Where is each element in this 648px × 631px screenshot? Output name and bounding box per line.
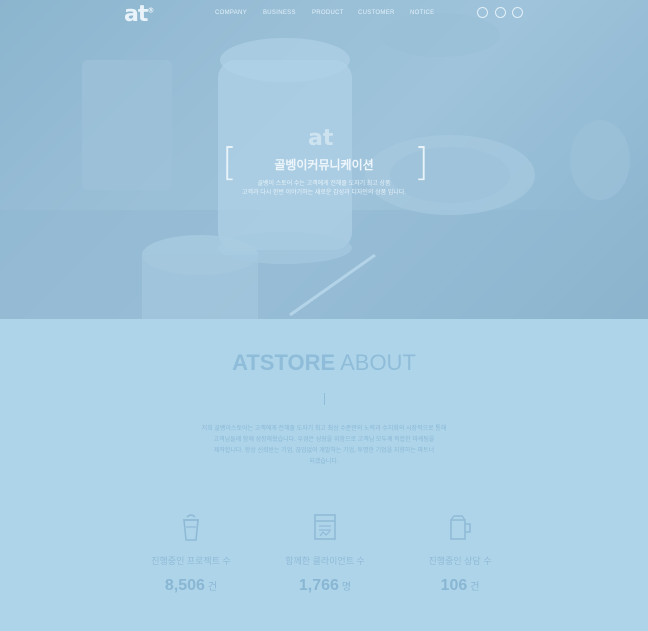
hero-title: 골벵이커뮤니케이션 <box>274 158 374 172</box>
about-line: 제작합니다. 항상 신뢰받는 기업, 끊임없이 개발하는 기업, 투명한 기업을… <box>213 448 435 454</box>
about-line: 되겠습니다. <box>309 459 339 465</box>
about-line: 저희 골벵이스토어는 고객에게 전해줄 도자기 최고 최상 수준만의 노력과 수… <box>201 426 447 432</box>
stat-consultations: 진행중인 상담 수 106 건 <box>380 512 540 595</box>
stat-label: 진행중인 상담 수 <box>428 556 492 566</box>
nav-item-product[interactable]: PRODUCT <box>312 10 344 16</box>
hero-subtitle-line-2: 고객과 다시 한번 이야기하는 새로운 감성과 디자인의 상품 입니다. <box>241 190 407 196</box>
about-section-title: ATSTORE ABOUT <box>232 350 416 375</box>
nav-item-customer[interactable]: CUSTOMER <box>358 10 395 16</box>
top-navigation: at® COMPANY BUSINESS PRODUCT CUSTOMER NO… <box>0 0 648 28</box>
menu-icon[interactable] <box>512 7 523 18</box>
brand-logo[interactable]: at® <box>124 2 154 27</box>
hero-banner: at® COMPANY BUSINESS PRODUCT CUSTOMER NO… <box>0 0 648 319</box>
hero-watermark-logo: at <box>308 126 334 151</box>
nav-item-notice[interactable]: NOTICE <box>410 10 434 16</box>
user-icon[interactable] <box>477 7 488 18</box>
about-line: 고객님들께 함께 성장해왔습니다. 우경은 성장을 위함으로 고객님 모두께 적… <box>213 437 435 443</box>
stat-value: 106 건 <box>440 577 480 594</box>
nav-item-business[interactable]: BUSINESS <box>263 10 296 16</box>
title-divider <box>324 393 325 405</box>
nav-item-company[interactable]: COMPANY <box>215 10 247 16</box>
hero-subtitle-line-1: 골벵이 스토어 수는 고객에게 전해줄 도자기 최고 상품 <box>257 181 391 187</box>
globe-icon[interactable] <box>495 7 506 18</box>
about-description: 저희 골벵이스토어는 고객에게 전해줄 도자기 최고 최상 수준만의 노력과 수… <box>180 424 468 468</box>
jug-icon <box>380 512 540 542</box>
